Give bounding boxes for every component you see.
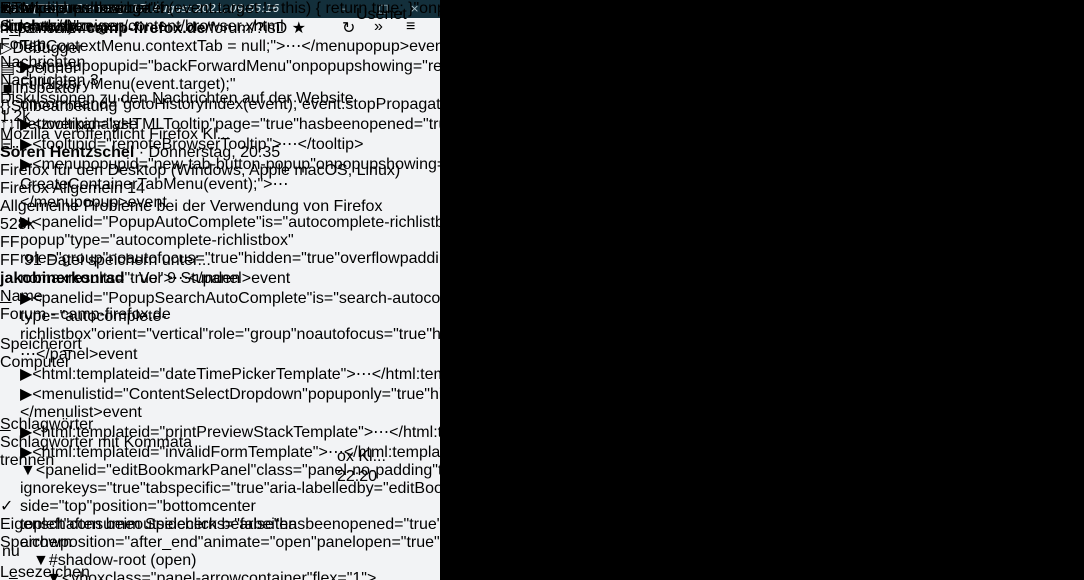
- markup-line[interactable]: ⋯</panel>event: [0, 344, 658, 364]
- markup-line[interactable]: side="top"position="bottomcenter topleft…: [0, 498, 658, 534]
- markup-line[interactable]: ▶<menupopupid="new-tab-button-popup"onpo…: [0, 154, 658, 194]
- collapsed-content-icon[interactable]: ⋯: [471, 116, 487, 133]
- collapsed-content-icon[interactable]: ⋯: [173, 270, 189, 287]
- expand-arrow-icon[interactable]: ▶: [20, 214, 32, 231]
- markup-line[interactable]: nomaxresults="true">⋯</panel>event: [0, 268, 658, 288]
- markup-view: onpopupshowing="if (event.target != this…: [0, 0, 658, 580]
- event-badge[interactable]: event: [616, 96, 655, 113]
- markup-line[interactable]: onpopupshowing="if (event.target != this…: [0, 0, 658, 36]
- expand-arrow-icon[interactable]: ▶: [20, 58, 32, 75]
- shadow-root-label: #shadow-root (open): [49, 552, 197, 569]
- markup-line[interactable]: oncommand="gotoHistoryIndex(event); even…: [0, 94, 658, 114]
- markup-line[interactable]: ▶<menulistid="ContentSelectDropdown"popu…: [0, 384, 658, 422]
- event-badge[interactable]: event: [103, 404, 142, 421]
- expand-arrow-icon[interactable]: ▶: [20, 444, 32, 461]
- collapsed-content-icon[interactable]: ⋯: [492, 96, 508, 113]
- annotated-attribute: id="editBookmarkPanel": [84, 462, 256, 479]
- markup-line[interactable]: ignorekeys="true"tabspecific="true"aria-…: [0, 480, 658, 498]
- markup-line[interactable]: type="autocomplete-richlistbox"orient="v…: [0, 308, 658, 344]
- expand-arrow-icon[interactable]: ▶: [20, 366, 32, 383]
- expand-arrow-icon[interactable]: ▼: [46, 570, 62, 580]
- event-badge[interactable]: event: [449, 534, 488, 551]
- expand-arrow-icon[interactable]: ▼: [20, 462, 36, 479]
- collapsed-content-icon[interactable]: ⋯: [373, 424, 389, 441]
- screenshot-root: 91.0 [TEST], Dienstag, 17. August 2021, …: [0, 0, 1084, 580]
- event-badge[interactable]: event: [251, 270, 290, 287]
- collapsed-content-icon[interactable]: ⋯: [285, 38, 301, 55]
- event-badge[interactable]: event: [409, 38, 448, 55]
- markup-line[interactable]: ▶<tooltipid="remoteBrowserTooltip">⋯</to…: [0, 134, 658, 154]
- event-badge[interactable]: event: [98, 346, 137, 363]
- markup-line[interactable]: TabContextMenu.contextTab = null;">⋯</me…: [0, 36, 658, 56]
- collapsed-content-icon[interactable]: ⋯: [328, 444, 344, 461]
- expand-arrow-icon[interactable]: ▶: [20, 290, 32, 307]
- expand-arrow-icon[interactable]: ▶: [20, 116, 32, 133]
- markup-line[interactable]: ▼<vboxclass="panel-arrowcontainer"flex="…: [0, 570, 658, 580]
- markup-line[interactable]: ▼<panelid="editBookmarkPanel"class="pane…: [0, 462, 658, 480]
- expand-arrow-icon[interactable]: ▼: [33, 552, 49, 569]
- markup-line[interactable]: ▶<tooltipid="aHTMLTooltip"page="true"has…: [0, 114, 658, 134]
- collapsed-content-icon[interactable]: ⋯: [272, 176, 288, 193]
- expand-arrow-icon[interactable]: ▶: [20, 424, 32, 441]
- markup-line[interactable]: ▼#shadow-root (open): [0, 552, 658, 570]
- markup-line[interactable]: arrowposition="after_end"animate="open"p…: [0, 534, 658, 552]
- expand-arrow-icon[interactable]: ▶: [20, 386, 32, 403]
- markup-line[interactable]: ▶<panelid="PopupAutoComplete"is="autocom…: [0, 212, 658, 250]
- markup-line[interactable]: role="group"noautofocus="true"hidden="tr…: [0, 250, 658, 268]
- markup-line[interactable]: ▶<html:templateid="dateTimePickerTemplat…: [0, 364, 658, 384]
- markup-line[interactable]: ▶<html:templateid="invalidFormTemplate">…: [0, 442, 658, 462]
- collapsed-content-icon[interactable]: ⋯: [282, 136, 298, 153]
- markup-line[interactable]: ▶<panelid="PopupSearchAutoComplete"is="s…: [0, 288, 658, 308]
- collapsed-content-icon[interactable]: ⋯: [20, 346, 36, 363]
- markup-line[interactable]: </menupopup>event: [0, 194, 658, 212]
- expand-arrow-icon[interactable]: ▶: [20, 156, 32, 173]
- expand-arrow-icon[interactable]: ▶: [20, 136, 32, 153]
- collapsed-content-icon[interactable]: ⋯: [356, 366, 372, 383]
- markup-line[interactable]: ▶<menupopupid="backForwardMenu"onpopupsh…: [0, 56, 658, 94]
- markup-line[interactable]: ▶<html:templateid="printPreviewStackTemp…: [0, 422, 658, 442]
- collapsed-content-icon[interactable]: ⋯: [536, 386, 552, 403]
- event-badge[interactable]: event: [128, 194, 167, 211]
